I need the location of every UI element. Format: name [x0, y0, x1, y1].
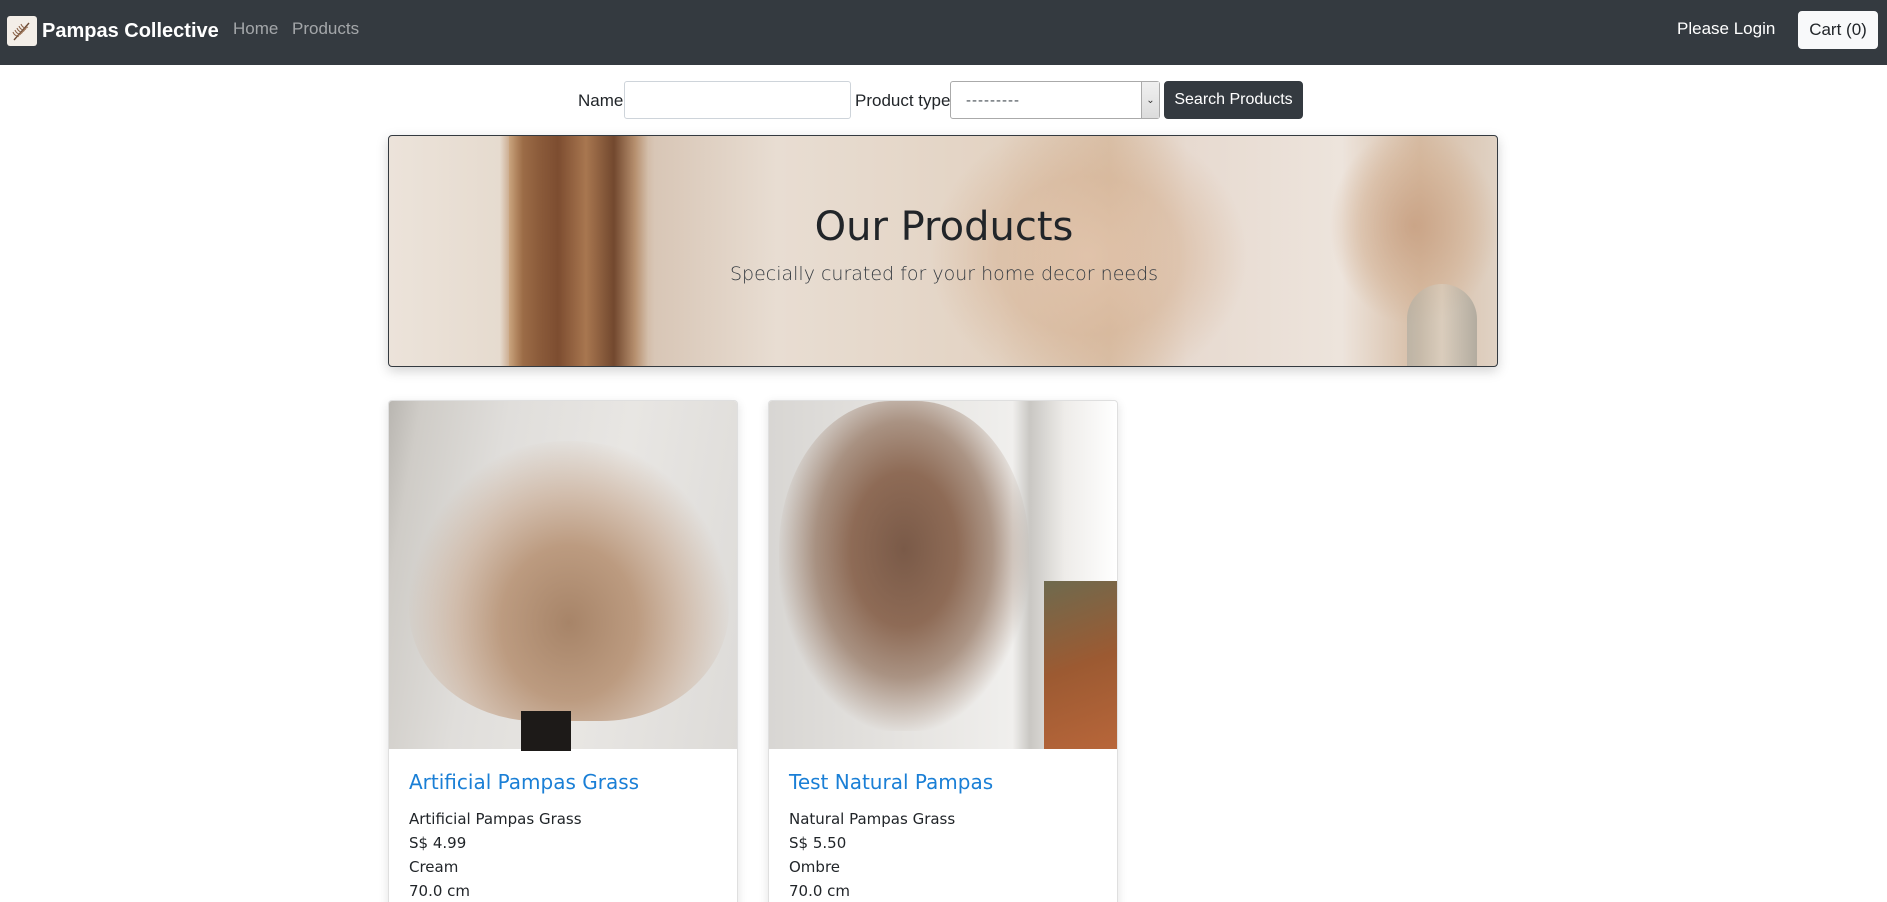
- vase-image: [1407, 284, 1477, 366]
- hero-title: Our Products: [814, 204, 1074, 250]
- nav-home-link[interactable]: Home: [233, 19, 278, 39]
- hero-subtitle: Specially curated for your home decor ne…: [729, 263, 1159, 285]
- product-length: 70.0 cm: [409, 882, 471, 900]
- pampas-plume-image: [929, 136, 1249, 366]
- product-card-body: Artificial Pampas Grass Artificial Pampa…: [409, 749, 719, 900]
- product-price: S$ 4.99: [409, 834, 467, 852]
- product-type-select[interactable]: --------- ⌄: [950, 81, 1160, 119]
- brand-link[interactable]: Pampas Collective: [7, 14, 219, 48]
- search-form: Name Product type --------- ⌄ Search Pro…: [0, 80, 1887, 120]
- product-title-link[interactable]: Test Natural Pampas: [789, 770, 1099, 794]
- product-color: Ombre: [789, 858, 841, 876]
- product-type: Natural Pampas Grass: [789, 810, 956, 828]
- plume-shape: [779, 401, 1029, 731]
- pampas-logo-icon: [7, 16, 37, 46]
- floor-shape: [1044, 581, 1117, 749]
- product-card: Test Natural Pampas Natural Pampas Grass…: [768, 400, 1118, 902]
- product-price: S$ 5.50: [789, 834, 847, 852]
- product-card-body: Test Natural Pampas Natural Pampas Grass…: [789, 749, 1099, 900]
- brand-name: Pampas Collective: [42, 19, 219, 42]
- cart-button[interactable]: Cart (0): [1798, 11, 1878, 49]
- mirror-frame-image: [509, 136, 649, 366]
- vase-shape: [521, 711, 571, 751]
- chevron-down-icon: ⌄: [1141, 82, 1159, 118]
- hero-banner: Our Products Specially curated for your …: [388, 135, 1498, 367]
- product-image[interactable]: [769, 401, 1117, 749]
- product-type-selected: ---------: [966, 92, 1020, 109]
- login-link[interactable]: Please Login: [1677, 19, 1775, 39]
- product-image[interactable]: [389, 401, 737, 751]
- product-type: Artificial Pampas Grass: [409, 810, 582, 828]
- product-color: Cream: [409, 858, 459, 876]
- product-title-link[interactable]: Artificial Pampas Grass: [409, 770, 719, 794]
- plume-shape: [409, 441, 729, 721]
- search-products-button[interactable]: Search Products: [1164, 81, 1303, 119]
- name-label: Name: [578, 91, 624, 110]
- nav-products-link[interactable]: Products: [292, 19, 359, 39]
- product-type-label: Product type: [855, 91, 951, 110]
- navbar: Pampas Collective Home Products Please L…: [0, 0, 1887, 65]
- product-card: Artificial Pampas Grass Artificial Pampa…: [388, 400, 738, 902]
- product-length: 70.0 cm: [789, 882, 851, 900]
- name-input[interactable]: [624, 81, 851, 119]
